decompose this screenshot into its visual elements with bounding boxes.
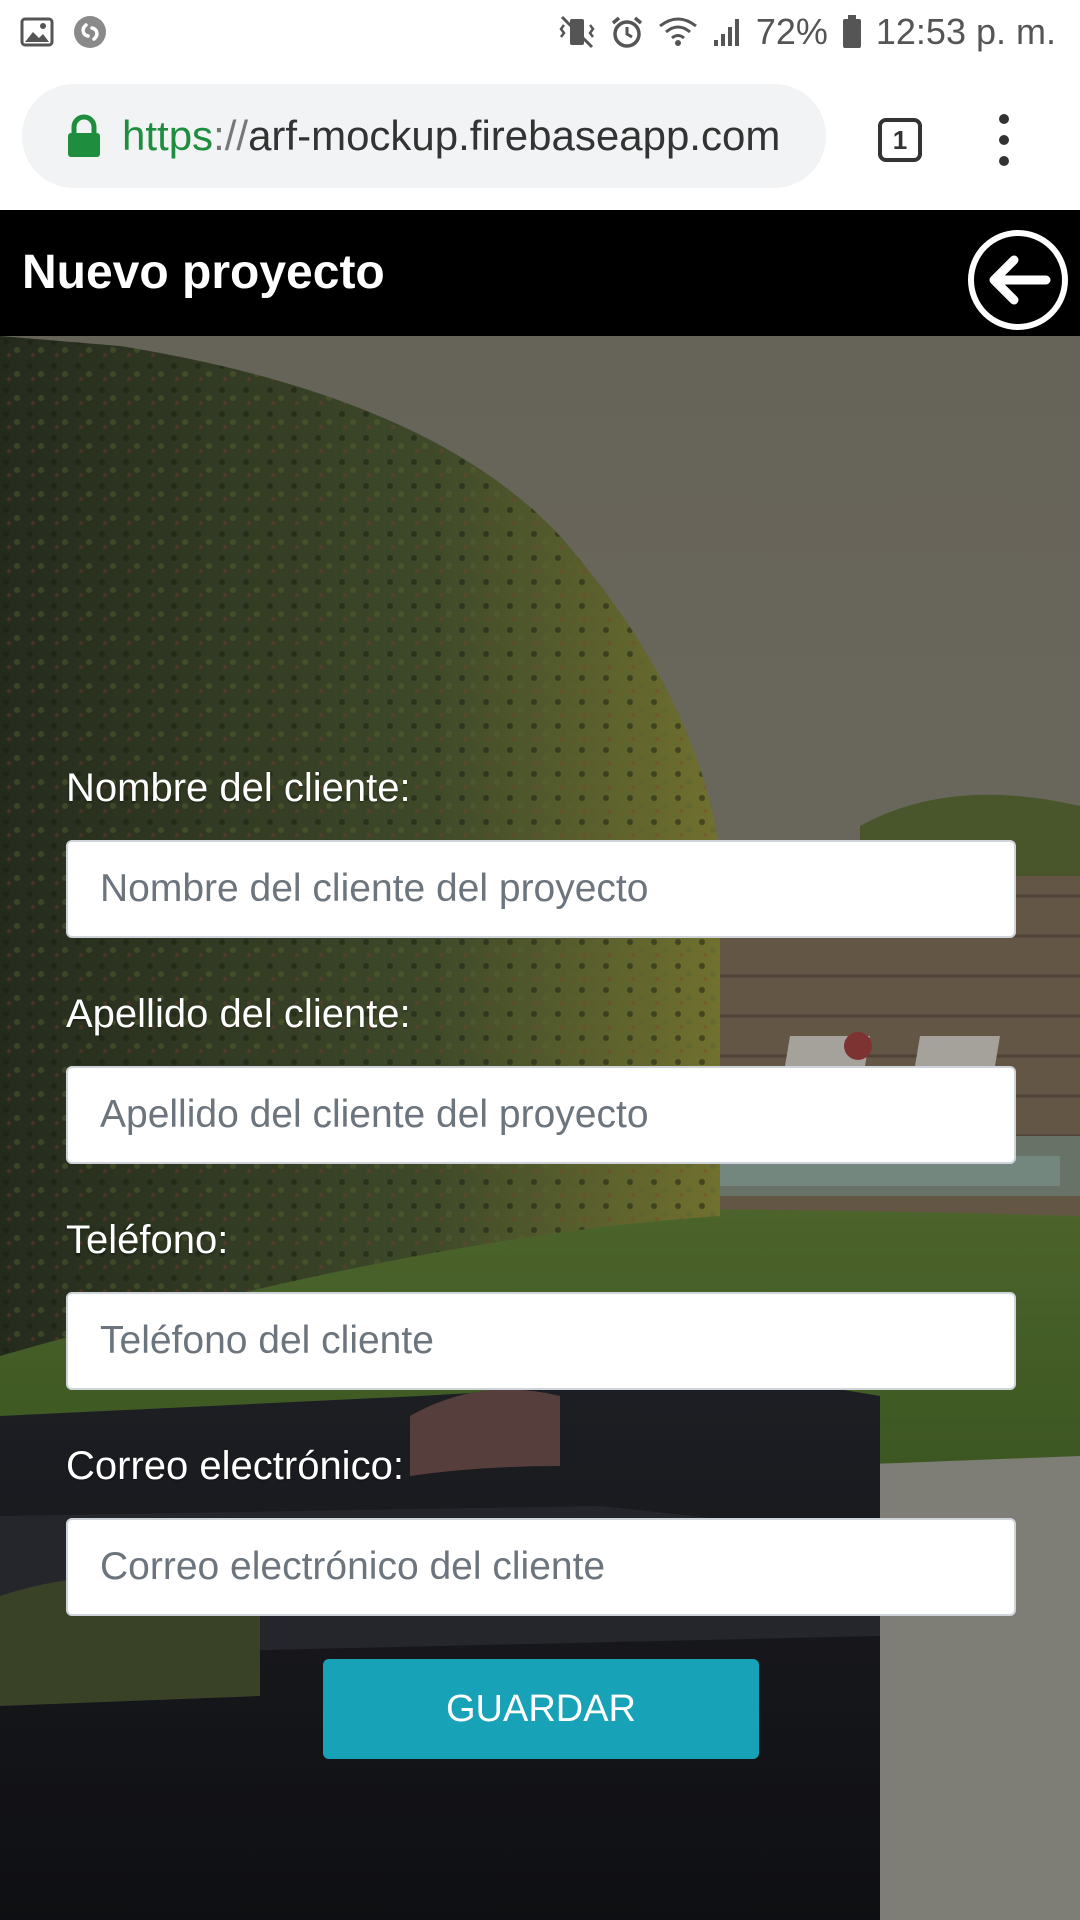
address-bar[interactable]: https://arf-mockup.firebaseapp.com	[22, 84, 826, 188]
lock-icon	[64, 114, 104, 158]
phone-input[interactable]	[66, 1292, 1016, 1390]
email-input[interactable]	[66, 1518, 1016, 1616]
tabs-button[interactable]: 1	[878, 118, 922, 162]
email-label: Correo electrónico:	[66, 1444, 404, 1488]
more-vert-icon[interactable]	[990, 114, 1020, 166]
url-text: https://arf-mockup.firebaseapp.com	[122, 110, 780, 162]
url-host: arf-mockup.firebaseapp.com	[248, 112, 781, 159]
url-scheme: https	[122, 112, 214, 159]
back-button[interactable]	[966, 228, 1070, 332]
battery-percent: 72%	[755, 11, 828, 52]
shazam-icon	[72, 14, 108, 50]
alarm-icon	[610, 15, 644, 49]
vibrate-mute-icon	[558, 15, 596, 49]
url-separator: ://	[213, 112, 249, 159]
tab-count: 1	[892, 124, 908, 155]
app-header: Nuevo proyecto	[0, 210, 1080, 336]
client-last-name-input[interactable]	[66, 1066, 1016, 1164]
phone-label: Teléfono:	[66, 1218, 229, 1262]
battery-icon	[842, 15, 862, 49]
image-icon	[20, 17, 54, 47]
page-title: Nuevo proyecto	[22, 246, 385, 299]
signal-icon	[712, 16, 742, 48]
save-button[interactable]: GUARDAR	[323, 1659, 759, 1759]
status-bar: 72% 12:53 p. m.	[0, 0, 1080, 64]
wifi-icon	[658, 16, 698, 48]
browser-toolbar: https://arf-mockup.firebaseapp.com 1	[0, 64, 1080, 210]
arrow-left-circle-icon	[968, 230, 1068, 330]
client-first-name-input[interactable]	[66, 840, 1016, 938]
client-first-name-label: Nombre del cliente:	[66, 766, 411, 810]
client-last-name-label: Apellido del cliente:	[66, 992, 411, 1036]
clock: 12:53 p. m.	[875, 11, 1056, 52]
